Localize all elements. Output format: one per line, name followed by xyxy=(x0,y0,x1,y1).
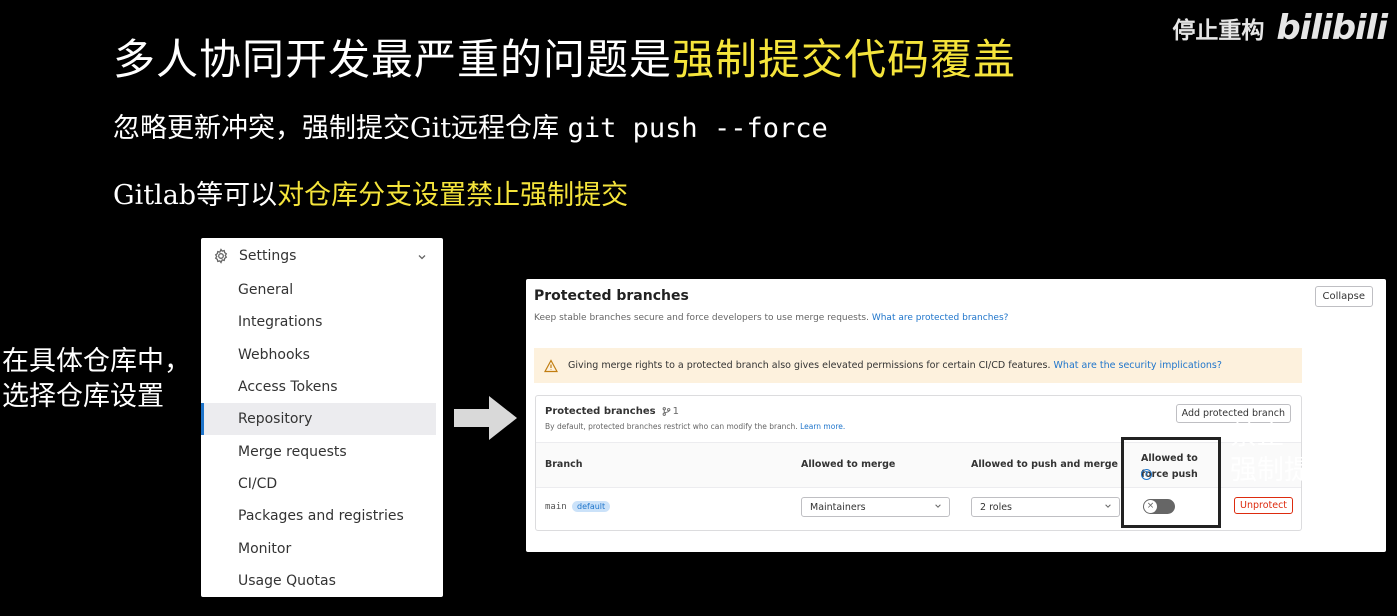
column-allowed-to-push: Allowed to push and merge xyxy=(971,459,1118,470)
protected-branches-panel: Protected branches Keep stable branches … xyxy=(526,279,1386,552)
allowed-to-push-value: 2 roles xyxy=(980,501,1013,513)
collapse-button[interactable]: Collapse xyxy=(1314,286,1373,307)
branch-icon xyxy=(662,407,670,416)
column-branch: Branch xyxy=(545,459,583,470)
side-note-line1: 在具体仓库中， xyxy=(2,346,191,377)
allowed-to-push-select[interactable]: 2 roles xyxy=(971,497,1120,517)
column-allowed-to-merge: Allowed to merge xyxy=(801,459,896,470)
menu-item-label: Repository xyxy=(238,411,313,428)
panel-description-text: Keep stable branches secure and force de… xyxy=(534,313,869,323)
settings-menu: Settings General Integrations Webhooks Acce… xyxy=(201,238,443,597)
branch-count-value: 1 xyxy=(672,406,679,417)
table-description-text: By default, protected branches restrict … xyxy=(545,422,798,431)
panel-title: Protected branches xyxy=(534,288,689,304)
allowed-to-merge-value: Maintainers xyxy=(810,501,866,513)
settings-menu-item-webhooks[interactable]: Webhooks xyxy=(201,339,443,371)
channel-brand: 停止重构 bilibili xyxy=(1172,8,1388,48)
menu-item-label: Integrations xyxy=(238,314,323,331)
menu-item-label: Packages and registries xyxy=(238,508,404,525)
allowed-to-merge-select[interactable]: Maintainers xyxy=(801,497,950,517)
menu-item-label: Webhooks xyxy=(238,346,310,363)
settings-menu-item-merge-requests[interactable]: Merge requests xyxy=(201,435,443,467)
line3-plain: Gitlab等可以 xyxy=(113,180,278,211)
settings-menu-item-general[interactable]: General xyxy=(201,274,443,306)
slide-title: 多人协同开发最严重的问题是强制提交代码覆盖 xyxy=(113,26,1016,87)
slide-line-gitlab: Gitlab等可以对仓库分支设置禁止强制提交 xyxy=(113,173,628,212)
protected-branches-help-link[interactable]: What are protected branches? xyxy=(872,313,1009,323)
settings-menu-item-usage-quotas[interactable]: Usage Quotas xyxy=(201,565,443,597)
line3-highlight: 对仓库分支设置禁止强制提交 xyxy=(277,180,629,211)
branch-count: 1 xyxy=(662,406,679,417)
bilibili-logo: bilibili xyxy=(1276,8,1388,48)
settings-header[interactable]: Settings xyxy=(201,238,443,274)
menu-item-label: General xyxy=(238,282,294,299)
chevron-down-icon xyxy=(417,250,427,260)
side-note: 在具体仓库中， 选择仓库设置 xyxy=(2,344,191,414)
branch-name: main xyxy=(545,502,567,512)
settings-menu-item-monitor[interactable]: Monitor xyxy=(201,532,443,564)
chevron-down-icon xyxy=(1104,502,1112,510)
line2-code: git push --force xyxy=(567,113,828,144)
slide-line-force-push: 忽略更新冲突，强制提交Git远程仓库 git push --force xyxy=(113,106,828,145)
warning-icon xyxy=(543,358,559,373)
force-push-annotation: 禁止 强制提交 xyxy=(1230,418,1338,488)
settings-menu-item-packages-and-registries[interactable]: Packages and registries xyxy=(201,500,443,532)
settings-menu-item-repository[interactable]: Repository xyxy=(201,403,436,436)
menu-item-label: Access Tokens xyxy=(238,379,338,396)
default-badge: default xyxy=(572,501,611,512)
annotation-line2: 强制提交 xyxy=(1230,455,1338,486)
line2-text: 忽略更新冲突，强制提交Git远程仓库 xyxy=(113,113,568,144)
panel-description: Keep stable branches secure and force de… xyxy=(534,313,1008,323)
security-implications-link[interactable]: What are the security implications? xyxy=(1054,360,1222,371)
chevron-down-icon xyxy=(934,502,942,510)
gear-icon xyxy=(213,248,229,264)
channel-name: 停止重构 xyxy=(1172,18,1265,44)
warning-text: Giving merge rights to a protected branc… xyxy=(568,360,1051,371)
table-description: By default, protected branches restrict … xyxy=(545,422,845,431)
settings-menu-item-access-tokens[interactable]: Access Tokens xyxy=(201,371,443,403)
side-note-line2: 选择仓库设置 xyxy=(2,381,164,412)
table-title-text: Protected branches xyxy=(545,406,656,417)
settings-menu-item-ci-cd[interactable]: CI/CD xyxy=(201,468,443,500)
security-warning: Giving merge rights to a protected branc… xyxy=(534,348,1302,383)
title-highlight: 强制提交代码覆盖 xyxy=(672,35,1017,84)
annotation-line1: 禁止 xyxy=(1230,420,1284,451)
learn-more-link[interactable]: Learn more. xyxy=(800,422,845,431)
arrow-right-icon xyxy=(454,396,517,440)
unprotect-button[interactable]: Unprotect xyxy=(1234,497,1294,514)
settings-menu-item-integrations[interactable]: Integrations xyxy=(201,306,443,338)
menu-item-label: CI/CD xyxy=(238,475,278,492)
force-push-highlight-box xyxy=(1121,437,1221,528)
menu-item-label: Usage Quotas xyxy=(238,572,336,589)
menu-item-label: Monitor xyxy=(238,540,292,557)
settings-header-label: Settings xyxy=(239,248,297,264)
table-title: Protected branches 1 xyxy=(545,406,679,417)
title-main: 多人协同开发最严重的问题是 xyxy=(113,35,673,84)
menu-item-label: Merge requests xyxy=(238,443,347,460)
